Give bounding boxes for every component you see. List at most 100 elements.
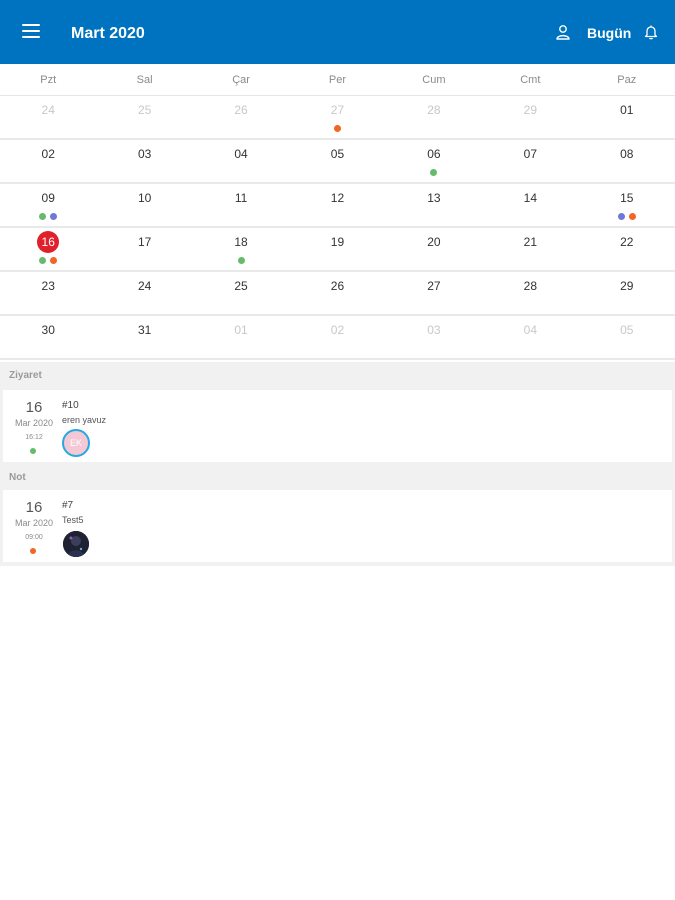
day-cell[interactable]: 14 — [482, 184, 578, 226]
card-wrap: 16 Mar 2020 09:00 #7 Test5 — [0, 490, 675, 566]
day-cell[interactable]: 03 — [96, 140, 192, 182]
day-number: 28 — [523, 279, 537, 293]
day-cell[interactable]: 06 — [386, 140, 482, 182]
day-cell[interactable]: 12 — [289, 184, 385, 226]
day-cell[interactable]: 04 — [193, 140, 289, 182]
day-cell[interactable]: 18 — [193, 228, 289, 270]
day-number: 13 — [427, 191, 441, 205]
day-number: 11 — [234, 191, 248, 205]
event-day: 16 — [25, 499, 43, 516]
avatar-photo — [63, 531, 89, 557]
day-number: 08 — [620, 147, 634, 161]
day-cell[interactable]: 24 — [96, 272, 192, 314]
day-number: 05 — [620, 323, 634, 337]
day-cell[interactable]: 15 — [579, 184, 675, 226]
weekday-label: Paz — [617, 74, 637, 86]
day-cell[interactable]: 11 — [193, 184, 289, 226]
day-number: 03 — [427, 323, 441, 337]
day-cell[interactable]: 08 — [579, 140, 675, 182]
day-cell[interactable]: 25 — [193, 272, 289, 314]
month-title[interactable]: Mart 2020 — [71, 24, 145, 44]
event-dot-orange — [50, 257, 58, 264]
day-cell[interactable]: 10 — [96, 184, 192, 226]
day-cell[interactable]: 23 — [0, 272, 96, 314]
day-cell[interactable]: 29 — [579, 272, 675, 314]
event-dot-green — [39, 257, 47, 264]
card-wrap: 16 Mar 2020 16:12 #10 eren yavuz EK — [0, 390, 675, 466]
today-button[interactable]: Bugün — [587, 24, 631, 42]
day-number: 25 — [234, 279, 248, 293]
day-number: 14 — [523, 191, 537, 205]
week-row: 23 24 25 26 27 28 29 — [0, 272, 675, 316]
day-number: 04 — [234, 147, 248, 161]
day-cell[interactable]: 27 — [386, 272, 482, 314]
day-number: 09 — [41, 191, 55, 205]
day-cell[interactable]: 17 — [96, 228, 192, 270]
event-time: 09:00 — [25, 534, 43, 541]
day-cell[interactable]: 02 — [289, 316, 385, 358]
event-card-ziyaret[interactable]: 16 Mar 2020 16:12 #10 eren yavuz EK — [3, 390, 672, 462]
day-number: 29 — [523, 103, 537, 117]
day-cell[interactable]: 24 — [0, 96, 96, 138]
week-row: 16 17 18 19 20 21 22 — [0, 228, 675, 272]
day-number: 29 — [620, 279, 634, 293]
event-dot-blue — [50, 213, 58, 220]
day-cell[interactable]: 28 — [482, 272, 578, 314]
day-cell[interactable]: 09 — [0, 184, 96, 226]
day-number: 18 — [234, 235, 248, 249]
day-cell[interactable]: 07 — [482, 140, 578, 182]
weekday-label: Sal — [136, 74, 153, 86]
day-cell[interactable]: 01 — [579, 96, 675, 138]
event-dot-green — [430, 169, 438, 176]
day-number: 25 — [137, 103, 152, 117]
day-cell-today[interactable]: 16 — [0, 228, 96, 270]
day-number: 26 — [330, 279, 345, 293]
day-cell[interactable]: 29 — [482, 96, 578, 138]
day-cell[interactable]: 30 — [0, 316, 96, 358]
event-dots — [386, 169, 482, 176]
day-cell[interactable]: 21 — [482, 228, 578, 270]
day-cell[interactable]: 26 — [289, 272, 385, 314]
event-day: 16 — [25, 399, 43, 416]
hamburger-menu-icon[interactable] — [22, 24, 40, 38]
event-dots — [289, 125, 385, 132]
event-dot-green — [237, 257, 245, 264]
weekday-label: Çar — [232, 74, 250, 86]
bell-icon[interactable] — [643, 24, 659, 40]
day-cell[interactable]: 28 — [386, 96, 482, 138]
day-cell[interactable]: 20 — [386, 228, 482, 270]
day-number: 26 — [234, 103, 248, 117]
day-number: 04 — [523, 323, 537, 337]
weekday-label: Per — [328, 74, 347, 86]
day-number: 24 — [137, 279, 152, 293]
day-number: 06 — [427, 147, 441, 161]
day-cell[interactable]: 05 — [579, 316, 675, 358]
day-cell[interactable]: 05 — [289, 140, 385, 182]
day-cell[interactable]: 26 — [193, 96, 289, 138]
week-row: 30 31 01 02 03 04 05 — [0, 316, 675, 360]
day-cell[interactable]: 31 — [96, 316, 192, 358]
section-header-ziyaret: Ziyaret — [0, 362, 675, 390]
day-cell[interactable]: 22 — [579, 228, 675, 270]
day-number: 27 — [330, 103, 345, 117]
day-cell[interactable]: 13 — [386, 184, 482, 226]
event-person: eren yavuz — [62, 415, 107, 425]
day-number: 12 — [330, 191, 345, 205]
day-number: 15 — [620, 191, 634, 205]
day-cell[interactable]: 19 — [289, 228, 385, 270]
event-card-not[interactable]: 16 Mar 2020 09:00 #7 Test5 — [3, 490, 672, 562]
event-status-dot — [30, 448, 36, 454]
event-person: Test5 — [62, 515, 84, 525]
event-dot-blue — [617, 213, 625, 220]
day-number: 30 — [41, 323, 55, 337]
day-cell[interactable]: 01 — [193, 316, 289, 358]
day-cell[interactable]: 27 — [289, 96, 385, 138]
day-cell[interactable]: 25 — [96, 96, 192, 138]
event-dots — [0, 213, 96, 220]
user-icon[interactable] — [555, 24, 571, 40]
day-cell[interactable]: 02 — [0, 140, 96, 182]
day-number: 01 — [620, 103, 634, 117]
event-dots — [0, 257, 96, 264]
day-cell[interactable]: 04 — [482, 316, 578, 358]
day-cell[interactable]: 03 — [386, 316, 482, 358]
